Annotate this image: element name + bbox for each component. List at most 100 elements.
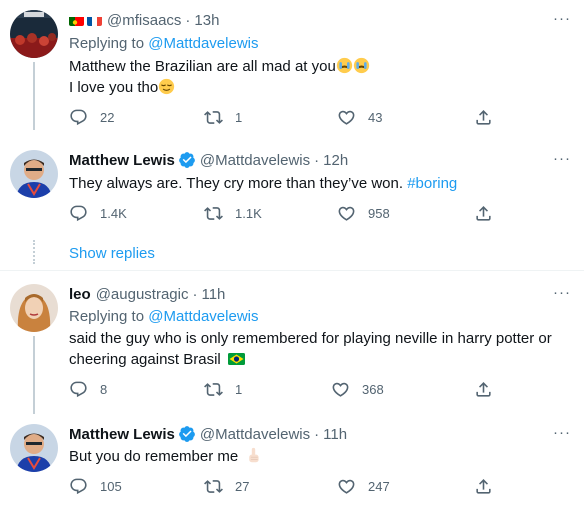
share-button[interactable] <box>474 380 505 399</box>
verified-badge-icon <box>178 425 196 443</box>
reply-icon <box>69 380 88 399</box>
tweet-actions: 8 1 368 <box>69 380 499 400</box>
replying-to: Replying to @Mattdavelewis <box>69 35 259 52</box>
reply-count: 8 <box>100 382 108 397</box>
tweet-mfisaacs[interactable]: @mfisaacs · 13h ··· Replying to @Mattdav… <box>0 10 584 130</box>
more-options-icon[interactable]: ··· <box>553 150 571 167</box>
separator: · <box>192 285 198 303</box>
avatar[interactable] <box>10 10 58 58</box>
timestamp[interactable]: 12h <box>323 152 348 169</box>
user-handle[interactable]: @Mattdavelewis <box>200 426 310 443</box>
user-handle[interactable]: @mfisaacs <box>107 12 181 29</box>
more-options-icon[interactable]: ··· <box>553 10 571 27</box>
retweet-button[interactable]: 1 <box>204 380 242 399</box>
retweet-button[interactable]: 27 <box>204 477 249 496</box>
tweet-header: Matthew Lewis @Mattdavelewis · 12h <box>69 150 348 170</box>
timestamp[interactable]: 11h <box>201 286 225 303</box>
share-button[interactable] <box>474 477 505 496</box>
retweet-icon <box>204 204 223 223</box>
like-button[interactable]: 43 <box>337 108 382 127</box>
relieved-face-emoji-icon <box>159 78 175 95</box>
verified-badge-icon <box>178 151 196 169</box>
thread-line <box>33 336 35 414</box>
reply-count: 1.4K <box>100 206 127 221</box>
tweet-header: leo @augustragic · 11h <box>69 284 225 304</box>
replying-to: Replying to @Mattdavelewis <box>69 308 259 325</box>
reply-button[interactable]: 8 <box>69 380 107 399</box>
tweet-mattdavelewis-reply[interactable]: Matthew Lewis @Mattdavelewis · 12h ··· T… <box>0 150 584 270</box>
reply-icon <box>69 477 88 496</box>
tweet-text: They always are. They cry more than they… <box>69 173 574 194</box>
heart-icon <box>337 204 356 223</box>
reply-button[interactable]: 1.4K <box>69 204 127 223</box>
share-icon <box>474 380 493 399</box>
heart-icon <box>337 108 356 127</box>
reply-button[interactable]: 22 <box>69 108 114 127</box>
display-name[interactable]: Matthew Lewis <box>69 426 175 443</box>
tweet-text-line: But you do remember me <box>69 448 239 465</box>
reply-icon <box>69 108 88 127</box>
user-handle[interactable]: @Mattdavelewis <box>200 152 310 169</box>
user-handle[interactable]: @augustragic <box>96 286 189 303</box>
display-name[interactable]: leo <box>69 286 91 303</box>
avatar[interactable] <box>10 424 58 472</box>
reply-icon <box>69 204 88 223</box>
retweet-count: 1 <box>235 382 243 397</box>
reply-button[interactable]: 105 <box>69 477 122 496</box>
tweet-augustragic[interactable]: leo @augustragic · 11h ··· Replying to @… <box>0 284 584 414</box>
share-icon <box>474 477 493 496</box>
timestamp[interactable]: 11h <box>323 426 347 443</box>
tweet-actions: 105 27 247 <box>69 477 499 497</box>
like-count: 368 <box>362 382 384 397</box>
share-button[interactable] <box>474 204 505 223</box>
brazil-flag-icon <box>227 353 245 365</box>
tweet-header: @mfisaacs · 13h <box>69 10 219 30</box>
like-button[interactable]: 247 <box>337 477 390 496</box>
display-name[interactable]: Matthew Lewis <box>69 152 175 169</box>
retweet-button[interactable]: 1.1K <box>204 204 262 223</box>
hashtag-link[interactable]: #boring <box>407 175 457 192</box>
more-options-icon[interactable]: ··· <box>553 284 571 301</box>
tweet-text-line: said the guy who is only remembered for … <box>69 330 552 347</box>
avatar-image-person <box>10 150 58 198</box>
like-button[interactable]: 368 <box>331 380 384 399</box>
tweet-actions: 1.4K 1.1K 958 <box>69 204 499 224</box>
retweet-icon <box>204 477 223 496</box>
replying-to-label: Replying to <box>69 35 145 52</box>
avatar-image-crowd <box>10 10 58 58</box>
tweet-text-line: Matthew the Brazilian are all mad at you <box>69 58 336 75</box>
retweet-count: 1 <box>235 110 243 125</box>
like-count: 247 <box>368 479 390 494</box>
tweet-mattdavelewis-reply-2[interactable]: Matthew Lewis @Mattdavelewis · 11h ··· B… <box>0 424 584 515</box>
divider <box>0 270 584 271</box>
reply-count: 22 <box>100 110 115 125</box>
avatar[interactable] <box>10 284 58 332</box>
retweet-icon <box>204 108 223 127</box>
avatar[interactable] <box>10 150 58 198</box>
thread-gap-indicator <box>33 240 35 264</box>
like-button[interactable]: 958 <box>337 204 390 223</box>
tweet-text: But you do remember me <box>69 446 574 467</box>
retweet-count: 27 <box>235 479 250 494</box>
replying-to-label: Replying to <box>69 308 145 325</box>
separator: · <box>314 425 320 443</box>
reply-count: 105 <box>100 479 122 494</box>
tweet-text: Matthew the Brazilian are all mad at you… <box>69 56 574 98</box>
share-button[interactable] <box>474 108 505 127</box>
retweet-icon <box>204 380 223 399</box>
tweet-header: Matthew Lewis @Mattdavelewis · 11h <box>69 424 347 444</box>
flag-emojis <box>69 15 102 26</box>
share-icon <box>474 204 493 223</box>
timestamp[interactable]: 13h <box>194 12 219 29</box>
tweet-text: said the guy who is only remembered for … <box>69 328 574 370</box>
show-replies-link[interactable]: Show replies <box>69 245 155 262</box>
crying-face-emoji-icon <box>353 57 369 74</box>
replying-to-link[interactable]: @Mattdavelewis <box>148 308 258 325</box>
avatar-image-person <box>10 424 58 472</box>
portugal-flag-icon <box>69 15 84 26</box>
separator: · <box>185 11 191 29</box>
retweet-button[interactable]: 1 <box>204 108 242 127</box>
replying-to-link[interactable]: @Mattdavelewis <box>148 35 258 52</box>
more-options-icon[interactable]: ··· <box>553 424 571 441</box>
france-flag-icon <box>87 15 102 26</box>
